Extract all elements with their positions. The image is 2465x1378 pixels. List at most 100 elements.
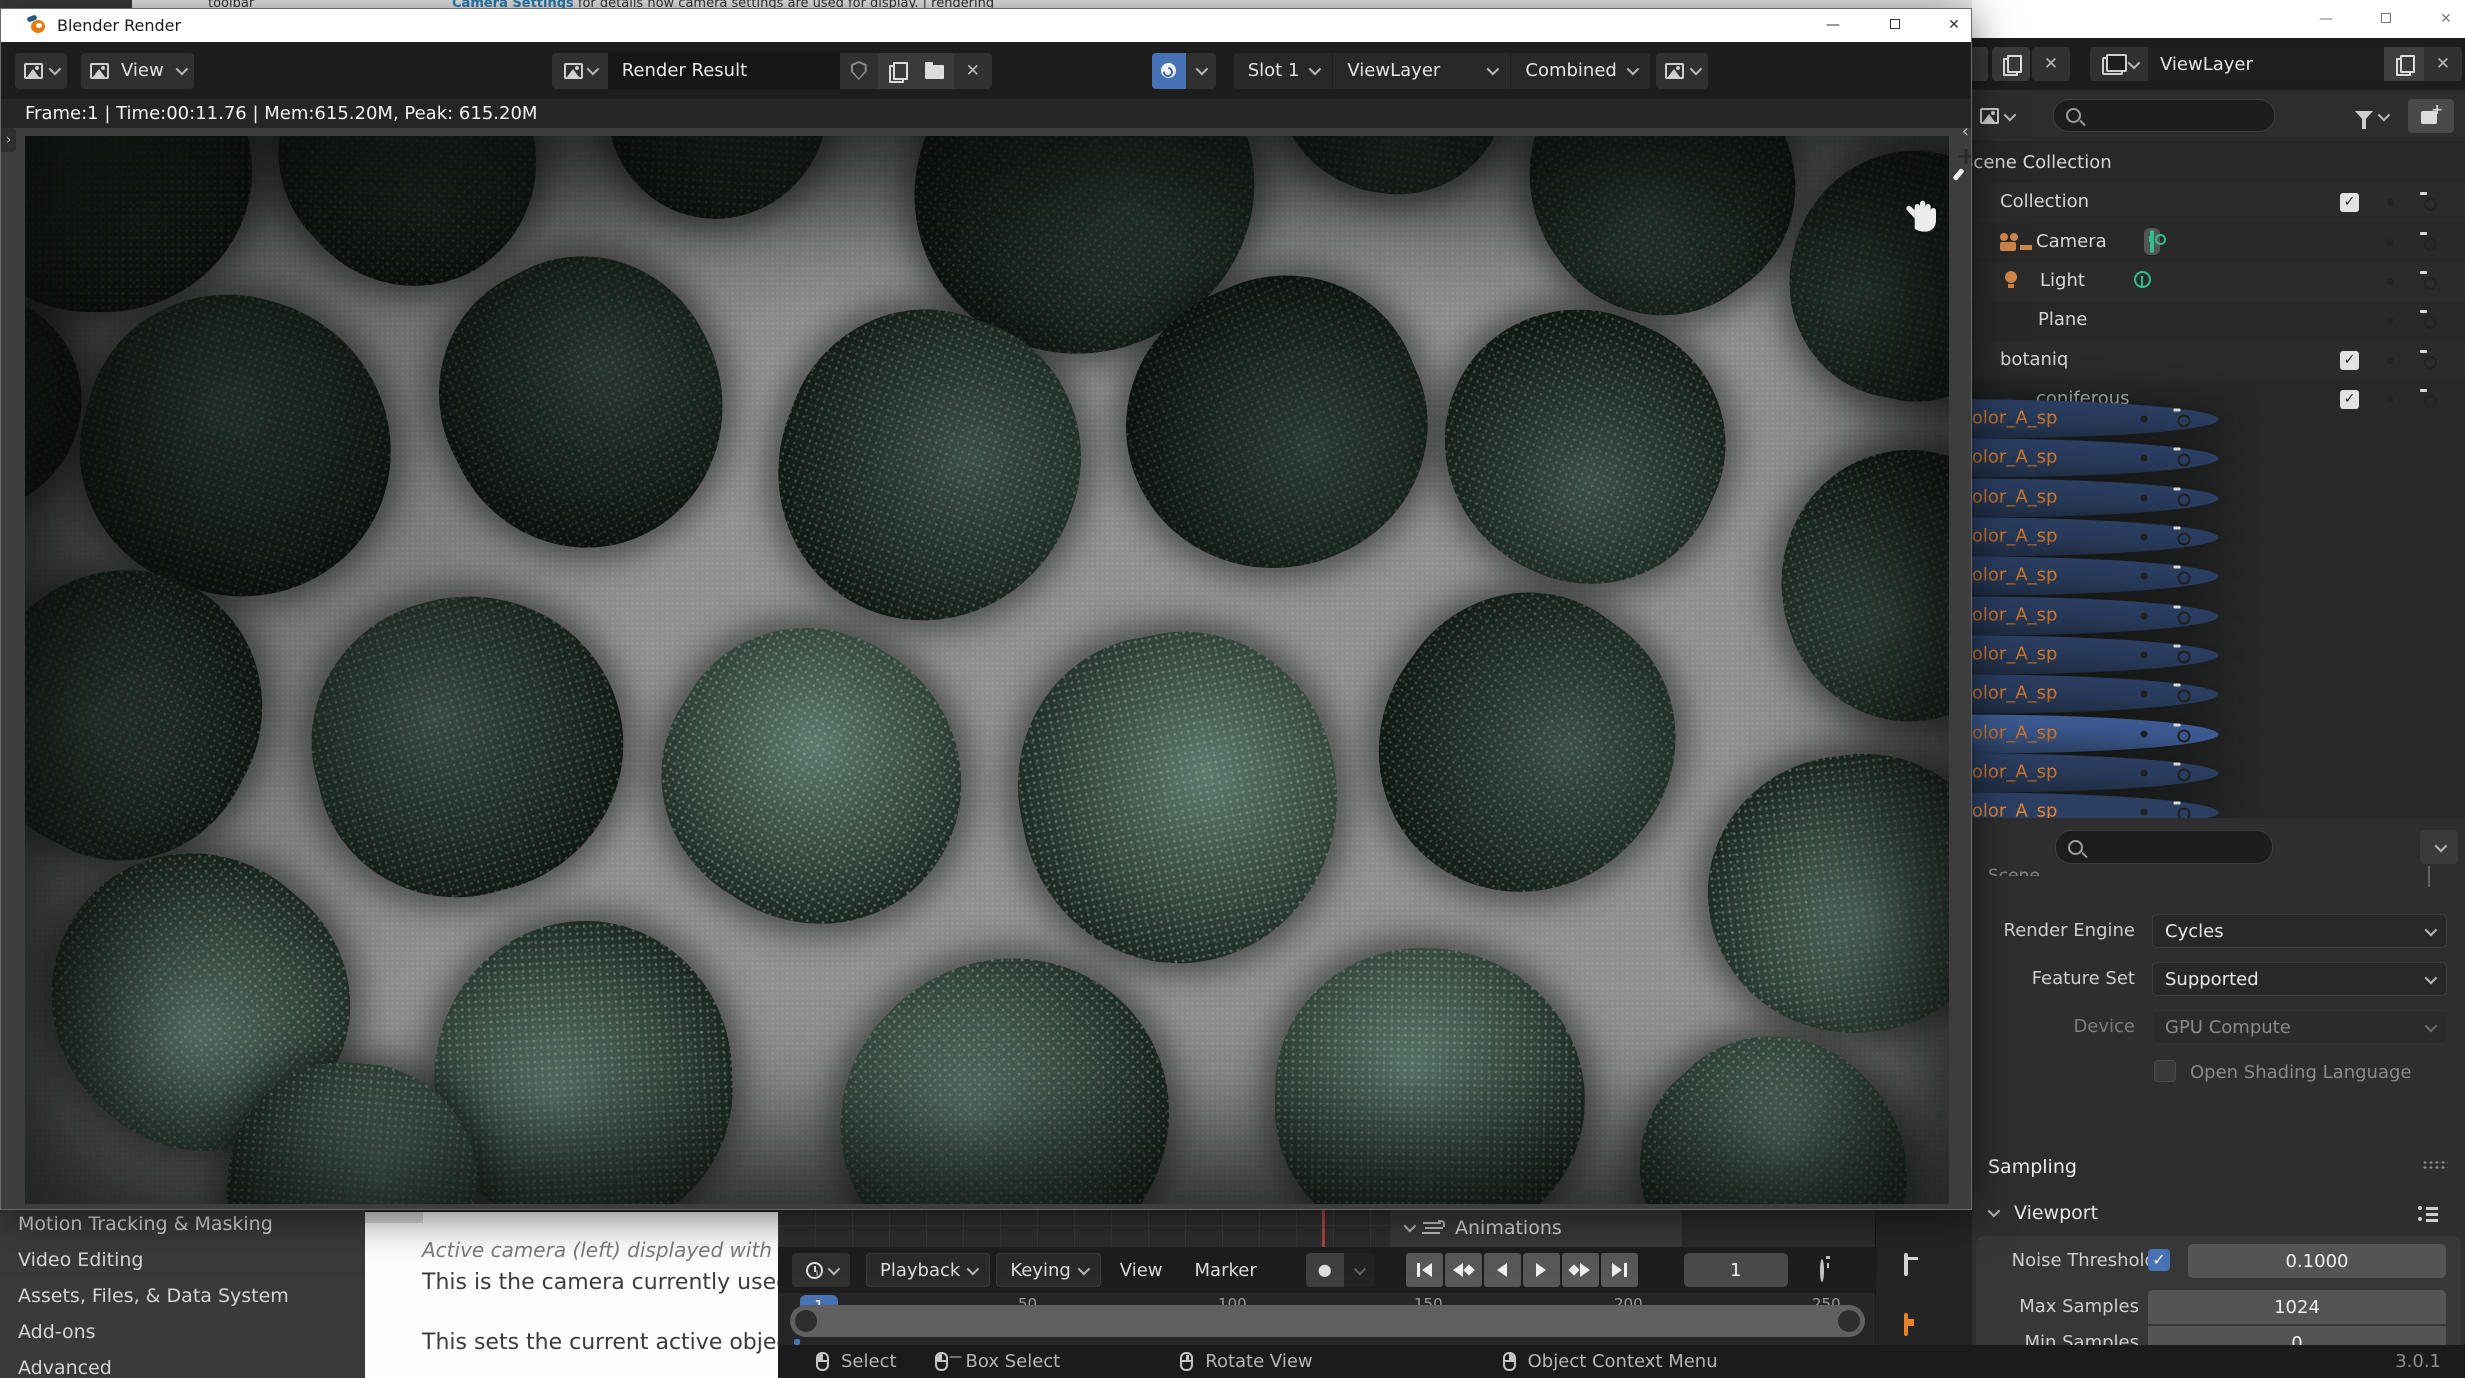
manual-sidebar-item[interactable]: Advanced <box>18 1357 112 1378</box>
viewlayer-name-field[interactable]: ViewLayer <box>2148 47 2384 81</box>
properties-breadcrumb: Scene <box>1988 866 2040 876</box>
image-pin-toggle[interactable] <box>1152 53 1186 89</box>
outliner-row-tree-abies-concolor-a-sp[interactable]: Tree_Abies-concolor_A_sp <box>1972 714 2219 753</box>
render-slot-dropdown[interactable]: Slot 1 <box>1234 53 1334 89</box>
sampling-panel-title[interactable]: Sampling <box>1988 1156 2077 1178</box>
cut-button-fragment <box>1972 47 1988 81</box>
outliner-row-tree-abies-concolor-a-sp[interactable]: Tree_Abies-concolor_A_sp <box>1972 478 2219 517</box>
manual-sidebar-item[interactable]: Video Editing <box>18 1249 143 1271</box>
auto-keying-icon[interactable] <box>1820 1261 1824 1280</box>
manual-sidebar-item[interactable]: Assets, Files, & Data System <box>18 1285 289 1307</box>
display-channels-button[interactable] <box>1656 53 1708 89</box>
current-frame-field[interactable]: 1 <box>1684 1253 1788 1287</box>
toolbar-expand-arrow[interactable]: › <box>1 128 16 152</box>
unlink-image-button[interactable]: ✕ <box>954 53 992 89</box>
play-reverse-button[interactable] <box>1484 1253 1521 1287</box>
render-properties-tab[interactable] <box>1904 1255 1908 1274</box>
image-name-field[interactable]: Render Result <box>608 53 840 89</box>
render-viewport[interactable] <box>1 128 1971 1209</box>
viewlayer-copy-button[interactable] <box>2384 47 2424 81</box>
render-pass-dropdown[interactable]: Combined <box>1511 53 1650 89</box>
image-pin-options-button[interactable] <box>1186 53 1216 89</box>
manual-sidebar-item[interactable]: Motion Tracking & Masking <box>18 1213 273 1235</box>
sidebar-expand-arrow[interactable]: ‹ <box>1962 121 1969 142</box>
outliner-search-input[interactable] <box>2053 99 2275 132</box>
outliner-row-botaniq[interactable]: botaniq✓ <box>1972 341 2465 380</box>
jump-to-end-button[interactable] <box>1601 1253 1638 1287</box>
timeline-scroll-area: 50100150200250 1 <box>778 1293 1875 1345</box>
image-editor-type-button[interactable] <box>15 53 67 89</box>
next-keyframe-button[interactable] <box>1562 1253 1599 1287</box>
timeline-menu-marker[interactable]: Marker <box>1182 1253 1270 1287</box>
copy-icon <box>2396 55 2412 73</box>
timeline-scrollbar[interactable] <box>790 1305 1865 1337</box>
outliner-filter-button[interactable] <box>2340 99 2402 133</box>
outliner-row-camera[interactable]: Camera <box>1972 223 2465 262</box>
noise-threshold-value[interactable]: 0.1000 <box>2188 1244 2446 1278</box>
timeline-menu-keying[interactable]: Keying <box>996 1253 1100 1287</box>
play-button[interactable] <box>1523 1253 1560 1287</box>
outliner-row-tree-abies-concolor-a-sp[interactable]: Tree_Abies-concolor_A_sp <box>1972 753 2219 792</box>
outliner-row-tree-abies-concolor-a-sp[interactable]: Tree_Abies-concolor_A_sp <box>1972 439 2219 478</box>
outliner-row-plane[interactable]: Plane <box>1972 301 2465 340</box>
previous-keyframe-button[interactable] <box>1445 1253 1482 1287</box>
properties-search-input[interactable] <box>2055 830 2273 864</box>
timeline-menu-playback[interactable]: Playback <box>866 1253 990 1287</box>
outliner-row-tree-abies-concolor-a-sp[interactable]: Tree_Abies-concolor_A_sp <box>1972 675 2219 714</box>
outliner-row-label: Scene Collection <box>1972 152 2112 173</box>
render-minimize-button[interactable]: — <box>1825 17 1841 33</box>
scene-unlink-button[interactable]: ✕ <box>2032 47 2070 81</box>
render-maximize-button[interactable] <box>1887 17 1903 33</box>
image-browse-button[interactable] <box>552 53 608 89</box>
animations-panel-label: Animations <box>1455 1217 1562 1239</box>
outliner-row-tree-abies-concolor-a-sp[interactable]: Tree_Abies-concolor_A_sp <box>1972 635 2219 674</box>
properties-options-button[interactable] <box>2420 830 2458 864</box>
new-collection-button[interactable] <box>2408 99 2454 133</box>
checkbox-icon[interactable]: ✓ <box>2340 193 2359 212</box>
fake-user-button[interactable] <box>840 53 878 89</box>
outliner-row-tree-abies-concolor-a-sp[interactable]: Tree_Abies-concolor_A_sp <box>1972 557 2219 596</box>
main-minimize-button[interactable]: — <box>2318 11 2334 27</box>
render-window-titlebar[interactable]: Blender Render — ✕ <box>1 9 1971 42</box>
outliner-header <box>1972 90 2465 142</box>
open-image-button[interactable] <box>916 53 954 89</box>
timeline-editor-type-button[interactable] <box>792 1253 850 1287</box>
outliner-row-tree-abies-concolor-a-sp[interactable]: Tree_Abies-concolor_A_sp <box>1972 518 2219 557</box>
checkbox-icon[interactable]: ✓ <box>2340 390 2359 409</box>
record-button[interactable]: ● <box>1306 1253 1344 1287</box>
max-samples-value[interactable]: 1024 <box>2148 1290 2446 1324</box>
object-properties-tab[interactable] <box>1904 1315 1908 1334</box>
main-maximize-button[interactable] <box>2378 11 2394 27</box>
viewlayer-selector-button[interactable] <box>2090 47 2148 81</box>
object-tab-icon <box>1904 1313 1908 1336</box>
preset-list-icon[interactable] <box>2418 1206 2438 1222</box>
viewport-subpanel-header[interactable]: Viewport <box>1972 1194 2465 1234</box>
noise-threshold-checkbox[interactable]: ✓ <box>2148 1249 2170 1271</box>
drag-grip-icon[interactable] <box>2422 1160 2448 1169</box>
animations-panel-header[interactable]: Animations <box>1390 1208 1682 1247</box>
render-engine-dropdown[interactable]: Cycles <box>2152 914 2447 948</box>
outliner-editor-type-button[interactable] <box>1974 99 2030 133</box>
outliner-row-tree-abies-concolor-a-sp[interactable]: Tree_Abies-concolor_A_sp <box>1972 596 2219 635</box>
outliner-row-collection[interactable]: Collection✓ <box>1972 183 2465 222</box>
view-layer-dropdown[interactable]: ViewLayer <box>1333 53 1511 89</box>
checkbox-icon[interactable]: ✓ <box>2340 351 2359 370</box>
timeline-menu-view[interactable]: View <box>1107 1253 1176 1287</box>
feature-set-dropdown[interactable]: Supported <box>2152 962 2447 996</box>
new-image-button[interactable] <box>878 53 916 89</box>
viewlayer-unlink-button[interactable]: ✕ <box>2424 47 2462 81</box>
osl-checkbox[interactable] <box>2154 1060 2176 1082</box>
render-close-button[interactable]: ✕ <box>1946 17 1962 33</box>
manual-sidebar-item[interactable]: Add-ons <box>18 1321 96 1343</box>
record-group: ● <box>1306 1253 1374 1287</box>
device-dropdown[interactable]: GPU Compute <box>2152 1010 2447 1044</box>
main-close-button[interactable]: ✕ <box>2438 11 2454 27</box>
pan-hand-gizmo[interactable] <box>1903 188 1943 236</box>
outliner-row-scene-collection[interactable]: Scene Collection <box>1972 144 2465 183</box>
outliner-row-tree-abies-concolor-a-sp[interactable]: Tree_Abies-concolor_A_sp <box>1972 793 2219 818</box>
scene-copy-button[interactable] <box>1992 47 2030 81</box>
outliner-row-light[interactable]: Light <box>1972 262 2465 301</box>
image-mode-dropdown[interactable]: View <box>81 53 194 89</box>
jump-to-start-button[interactable] <box>1406 1253 1443 1287</box>
record-options-button[interactable] <box>1344 1253 1374 1287</box>
